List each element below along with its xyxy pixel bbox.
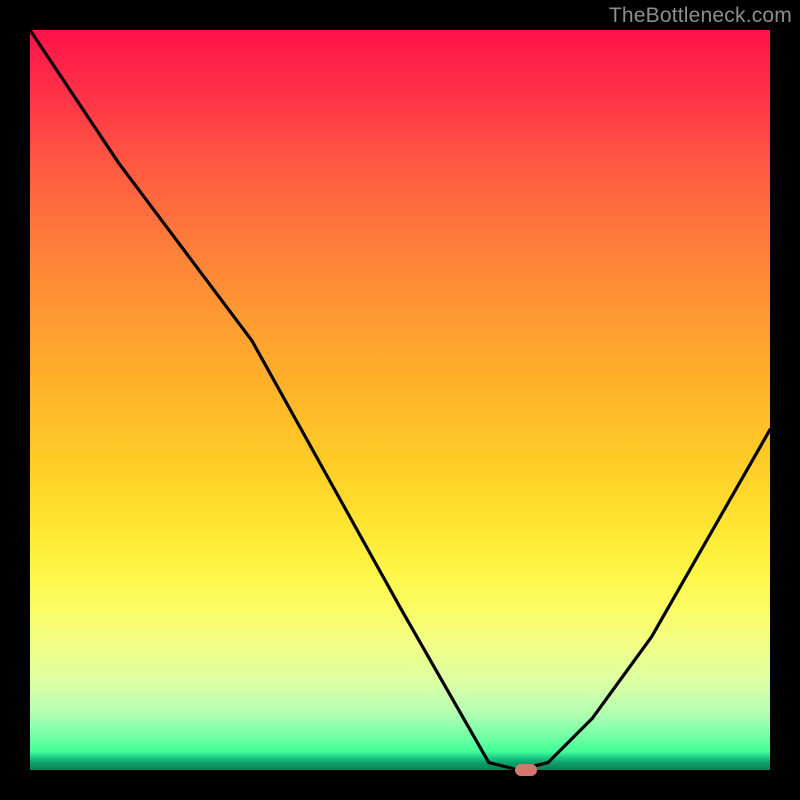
watermark-text: TheBottleneck.com — [609, 4, 792, 28]
chart-frame: TheBottleneck.com — [0, 0, 800, 800]
plot-area — [30, 30, 770, 770]
curve-svg — [30, 30, 770, 770]
bottleneck-curve — [30, 30, 770, 770]
